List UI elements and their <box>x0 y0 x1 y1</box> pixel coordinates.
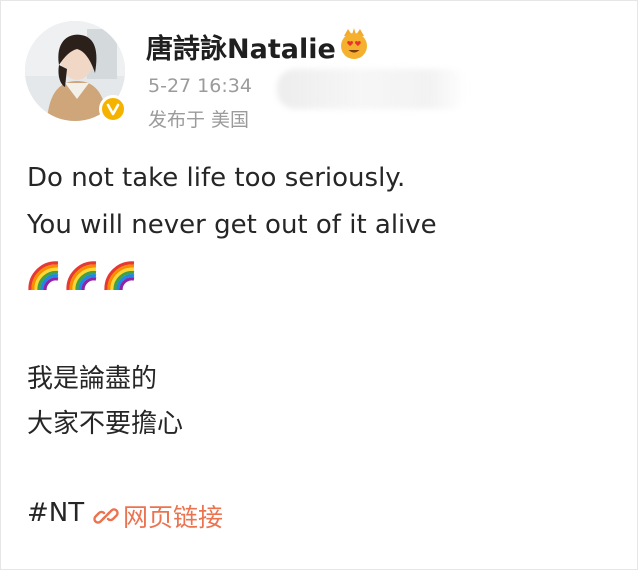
link-icon <box>93 508 119 524</box>
rainbow-icon <box>28 261 59 291</box>
emoji-row <box>27 259 137 293</box>
post-text-line: Do not take life too seriously. <box>27 163 406 193</box>
post-location: 发布于 美国 <box>148 109 250 131</box>
rainbow-icon <box>104 261 135 291</box>
post-text-line: You will never get out of it alive <box>27 210 437 240</box>
post-text-line: 大家不要擔心 <box>27 409 184 439</box>
avatar-container[interactable] <box>25 21 127 123</box>
web-link[interactable]: 网页链接 <box>93 498 223 534</box>
verified-v-icon <box>99 95 127 123</box>
post-text-line: 我是論盡的 <box>27 364 158 394</box>
heart-eyes-crown-icon[interactable] <box>337 26 371 60</box>
author-name[interactable]: 唐詩詠Natalie <box>146 27 336 66</box>
post-timestamp[interactable]: 5-27 16:34 <box>148 75 252 97</box>
rainbow-icon <box>66 261 97 291</box>
blurred-source <box>277 69 467 109</box>
hashtag[interactable]: #NT <box>27 498 84 528</box>
web-link-label[interactable]: 网页链接 <box>123 498 223 534</box>
weibo-post: 唐詩詠Natalie 5-27 16:34 发布于 美国 Do not take… <box>0 0 638 570</box>
